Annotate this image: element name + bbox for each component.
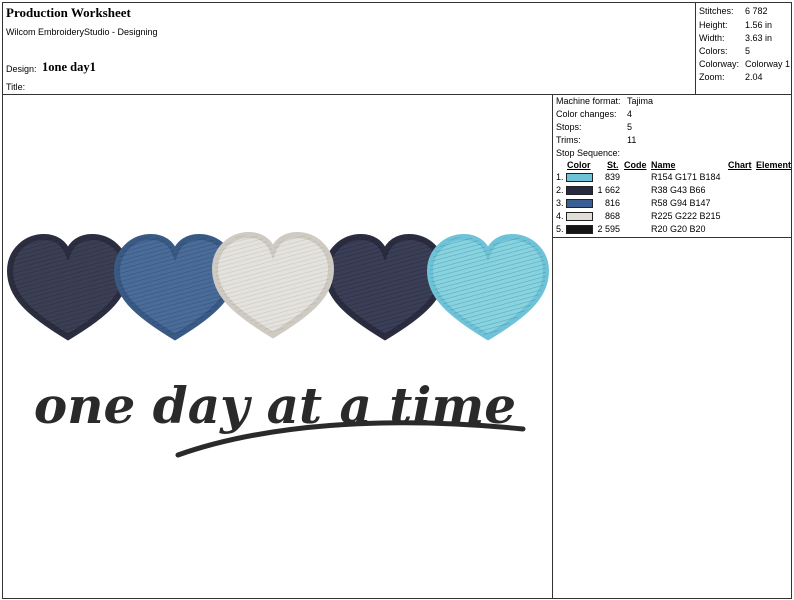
color-swatch (566, 173, 593, 182)
row-number: 2. (556, 185, 564, 195)
stop-sequence-title: Stop Sequence: (556, 148, 621, 158)
page-title: Production Worksheet (6, 5, 131, 20)
stat-value: 1.56 in (745, 20, 773, 30)
stat-label: Colors: (699, 46, 728, 56)
color-swatch (566, 212, 593, 221)
machine-label: Stops: (556, 122, 582, 132)
machine-label: Machine format: (556, 96, 621, 106)
stat-value: Colorway 1 (745, 59, 791, 69)
stat-label: Height: (699, 20, 728, 30)
column-header-stitches: St. (607, 160, 619, 170)
color-swatch (566, 225, 593, 234)
stat-label: Stitches: (699, 6, 734, 16)
stat-value: 3.63 in (745, 33, 773, 43)
title-label: Title: (6, 82, 26, 92)
row-color-name: R58 G94 B147 (651, 198, 711, 208)
machine-label: Trims: (556, 135, 581, 145)
machine-value: 11 (627, 135, 637, 145)
blue-heart-icon (117, 237, 233, 337)
slogan: one day at a time (34, 376, 526, 458)
machine-value: 4 (627, 109, 633, 119)
hearts-row (10, 235, 546, 337)
stat-value: 5 (745, 46, 751, 56)
row-stitches: 839 (604, 172, 620, 182)
white-heart-icon (215, 235, 331, 335)
row-stitches: 2 595 (597, 224, 620, 234)
stat-label: Width: (699, 33, 725, 43)
column-header-color: Color (567, 160, 591, 170)
software-name: Wilcom EmbroideryStudio - Designing (6, 27, 158, 37)
design-name: 1one day1 (42, 60, 96, 74)
stat-label: Zoom: (699, 72, 725, 82)
dark-navy-heart-icon (327, 237, 443, 337)
color-swatch (566, 186, 593, 195)
machine-value: Tajima (627, 96, 654, 106)
row-number: 4. (556, 211, 564, 221)
design-preview: one day at a time (3, 95, 551, 458)
stat-value: 2.04 (745, 72, 763, 82)
column-header-element: Element (756, 160, 792, 170)
slogan-text: one day at a time (34, 376, 516, 435)
row-number: 5. (556, 224, 564, 234)
column-header-chart: Chart (728, 160, 752, 170)
sidebar-divider (552, 94, 553, 599)
row-stitches: 816 (604, 198, 620, 208)
stat-label: Colorway: (699, 59, 740, 69)
stats-divider (695, 2, 696, 94)
row-number: 1. (556, 172, 564, 182)
column-header-name: Name (651, 160, 676, 170)
row-number: 3. (556, 198, 564, 208)
row-stitches: 868 (604, 211, 620, 221)
row-color-name: R225 G222 B215 (651, 211, 721, 221)
machine-label: Color changes: (556, 109, 617, 119)
light-blue-heart-icon (430, 237, 546, 337)
row-stitches: 1 662 (597, 185, 620, 195)
design-label: Design: (6, 64, 37, 74)
stat-value: 6 782 (745, 6, 768, 16)
row-color-name: R38 G43 B66 (651, 185, 706, 195)
column-header-code: Code (624, 160, 647, 170)
sequence-divider (552, 237, 792, 238)
navy-heart-icon (10, 237, 126, 337)
machine-value: 5 (627, 122, 633, 132)
row-color-name: R20 G20 B20 (651, 224, 706, 234)
color-swatch (566, 199, 593, 208)
row-color-name: R154 G171 B184 (651, 172, 721, 182)
